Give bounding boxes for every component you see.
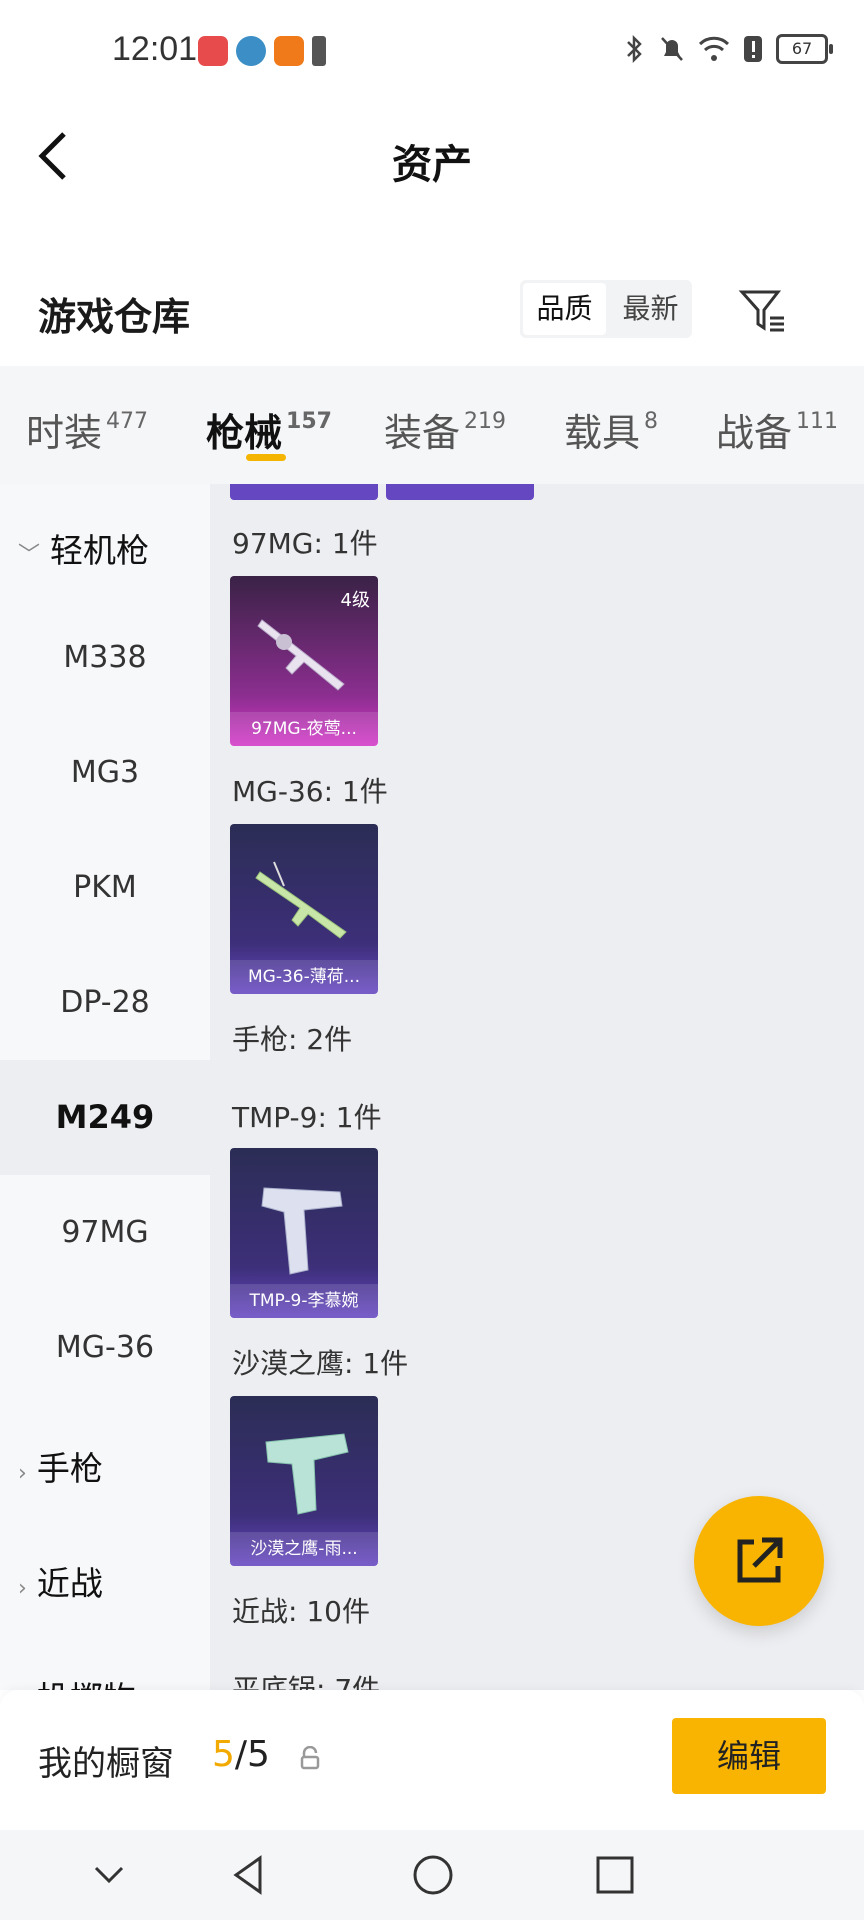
sidebar-item-dp28[interactable]: DP-28 <box>0 945 210 1060</box>
warehouse-header: 游戏仓库 品质 最新 <box>0 260 864 360</box>
section-label: TMP-9: 1件 <box>232 1101 382 1134</box>
sidebar-group-label: 手枪 <box>36 1449 103 1488</box>
tab-count: 157 <box>286 409 332 434</box>
tab-vehicles[interactable]: 载具 8 <box>564 402 658 457</box>
sidebar-item-m338[interactable]: M338 <box>0 600 210 715</box>
chevron-right-icon: › <box>18 1461 27 1486</box>
top-bar: 资产 <box>0 100 864 210</box>
tab-count: 111 <box>796 409 839 434</box>
status-right-icons: 67 <box>624 34 833 64</box>
chevron-right-icon: › <box>18 1576 27 1601</box>
sort-newest-button[interactable]: 最新 <box>609 280 692 338</box>
sidebar-item-mg3[interactable]: MG3 <box>0 715 210 830</box>
status-time: 12:01 <box>112 30 198 68</box>
section-label: 平底锅: 7件 <box>232 1673 381 1690</box>
share-icon <box>737 1537 783 1583</box>
section-label: MG-36: 1件 <box>232 775 388 808</box>
tab-label: 载具 <box>564 411 641 455</box>
showcase-current: 5 <box>212 1734 235 1775</box>
tab-firearms[interactable]: 枪械 157 <box>206 402 332 457</box>
sim-warning-icon <box>312 36 326 66</box>
weapon-name: TMP-9-李慕婉 <box>230 1284 378 1318</box>
page-title: 资产 <box>392 142 472 188</box>
active-tab-indicator <box>246 454 286 461</box>
sidebar-item-mg36[interactable]: MG-36 <box>0 1290 210 1405</box>
sidebar-item-97mg[interactable]: 97MG <box>0 1175 210 1290</box>
section-label: 沙漠之鹰: 1件 <box>232 1347 409 1380</box>
showcase-total: /5 <box>234 1734 270 1775</box>
avatar-notification-icon <box>236 36 266 66</box>
sidebar-group-melee[interactable]: › 近战 <box>18 1557 103 1605</box>
weapon-sidebar: ﹀ 轻机枪 M338 MG3 PKM DP-28 M249 97MG MG-36 … <box>0 484 210 1690</box>
status-app-icons <box>198 36 326 66</box>
edit-button[interactable]: 编辑 <box>672 1718 826 1794</box>
nav-recents-icon[interactable] <box>592 1852 638 1898</box>
weapon-name: 沙漠之鹰-雨... <box>230 1532 378 1566</box>
card-peek <box>230 484 378 500</box>
nav-home-icon[interactable] <box>410 1852 456 1898</box>
sidebar-group-pistol[interactable]: › 手枪 <box>18 1442 103 1490</box>
mute-bell-icon <box>661 37 683 61</box>
machine-gun-icon <box>257 619 345 691</box>
signal-alert-icon <box>744 36 762 62</box>
showcase-count: 5/5 <box>212 1734 270 1775</box>
tab-fashion[interactable]: 时装 477 <box>26 402 148 457</box>
smg-icon <box>261 1187 343 1275</box>
app-notification-icon-2 <box>274 36 304 66</box>
tab-label: 战备 <box>716 411 793 455</box>
weapon-name: MG-36-薄荷... <box>230 960 378 994</box>
share-fab-button[interactable] <box>694 1496 824 1626</box>
sort-quality-button[interactable]: 品质 <box>523 283 606 335</box>
section-label: 近战: 10件 <box>232 1595 370 1628</box>
sidebar-item-m249[interactable]: M249 <box>0 1060 210 1175</box>
rifle-icon <box>255 861 347 939</box>
sidebar-group-label: 轻机枪 <box>50 531 150 570</box>
lock-icon <box>300 1746 320 1770</box>
showcase-bar: 我的橱窗 5/5 编辑 <box>0 1690 864 1830</box>
sidebar-group-light-mg[interactable]: ﹀ 轻机枪 <box>18 524 149 572</box>
warehouse-title: 游戏仓库 <box>38 295 191 339</box>
bluetooth-icon <box>627 34 642 64</box>
sidebar-group-throwables[interactable]: ›投掷物 <box>18 1672 136 1690</box>
category-tabs: 时装 477 枪械 157 装备 219 载具 8 战备 111 <box>0 366 864 484</box>
app-notification-icon <box>198 36 228 66</box>
chevron-down-icon: ﹀ <box>18 543 41 568</box>
section-label: 手枪: 2件 <box>232 1023 353 1056</box>
weapon-card[interactable]: 沙漠之鹰-雨... <box>230 1396 378 1566</box>
showcase-label: 我的橱窗 <box>38 1744 174 1784</box>
nav-back-icon[interactable] <box>226 1852 272 1898</box>
status-bar: 12:01 67 <box>0 0 864 100</box>
sort-toggle: 品质 最新 <box>520 280 692 338</box>
pistol-icon <box>265 1433 349 1515</box>
tab-label: 装备 <box>384 411 461 455</box>
tab-equipment[interactable]: 装备 219 <box>384 402 506 457</box>
system-nav-bar <box>0 1830 864 1920</box>
tab-count: 477 <box>106 409 149 434</box>
section-label: 97MG: 1件 <box>232 527 378 560</box>
sidebar-item-pkm[interactable]: PKM <box>0 830 210 945</box>
weapon-card[interactable]: MG-36-薄荷... <box>230 824 378 994</box>
weapon-card[interactable]: 4级 97MG-夜莺... <box>230 576 378 746</box>
filter-icon[interactable] <box>738 286 788 336</box>
battery-icon: 67 <box>776 34 833 64</box>
tab-label: 时装 <box>26 411 103 455</box>
weapon-name: 97MG-夜莺... <box>230 712 378 746</box>
tab-supplies[interactable]: 战备 111 <box>716 402 838 457</box>
weapon-card[interactable]: TMP-9-李慕婉 <box>230 1148 378 1318</box>
wifi-icon <box>698 36 730 61</box>
sidebar-group-label: 投掷物 <box>37 1679 136 1690</box>
card-peek <box>386 484 534 500</box>
chevron-down-icon[interactable] <box>86 1852 132 1898</box>
sidebar-group-label: 近战 <box>36 1564 103 1603</box>
tab-label: 枪械 <box>206 411 283 455</box>
tab-count: 219 <box>464 409 507 434</box>
tab-count: 8 <box>644 409 659 434</box>
